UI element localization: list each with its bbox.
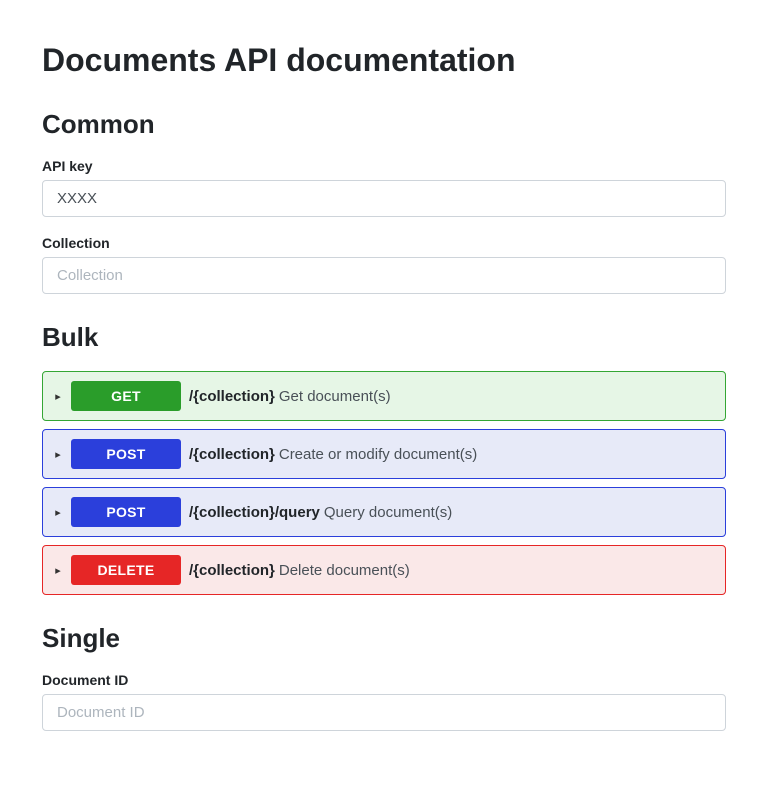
section-bulk: Bulk ▸ GET /{collection} Get document(s)… bbox=[42, 322, 726, 595]
section-common: Common API key Collection bbox=[42, 109, 726, 294]
document-id-group: Document ID bbox=[42, 672, 726, 731]
endpoint-desc: Query document(s) bbox=[324, 504, 452, 521]
api-key-group: API key bbox=[42, 158, 726, 217]
caret-icon: ▸ bbox=[53, 564, 63, 577]
caret-icon: ▸ bbox=[53, 448, 63, 461]
endpoint-path: /{collection} bbox=[189, 388, 275, 405]
endpoint-path: /{collection}/query bbox=[189, 504, 320, 521]
endpoint-post-query[interactable]: ▸ POST /{collection}/query Query documen… bbox=[42, 487, 726, 537]
endpoint-desc: Delete document(s) bbox=[279, 562, 410, 579]
endpoint-path: /{collection} bbox=[189, 446, 275, 463]
collection-input[interactable] bbox=[42, 257, 726, 294]
endpoint-desc: Create or modify document(s) bbox=[279, 446, 477, 463]
document-id-label: Document ID bbox=[42, 672, 726, 688]
bulk-endpoint-list: ▸ GET /{collection} Get document(s) ▸ PO… bbox=[42, 371, 726, 595]
single-heading: Single bbox=[42, 623, 726, 654]
section-single: Single Document ID bbox=[42, 623, 726, 731]
api-key-label: API key bbox=[42, 158, 726, 174]
common-heading: Common bbox=[42, 109, 726, 140]
method-badge: GET bbox=[71, 381, 181, 411]
collection-group: Collection bbox=[42, 235, 726, 294]
endpoint-post-collection[interactable]: ▸ POST /{collection} Create or modify do… bbox=[42, 429, 726, 479]
endpoint-path: /{collection} bbox=[189, 562, 275, 579]
method-badge: DELETE bbox=[71, 555, 181, 585]
method-badge: POST bbox=[71, 439, 181, 469]
endpoint-desc: Get document(s) bbox=[279, 388, 391, 405]
caret-icon: ▸ bbox=[53, 390, 63, 403]
endpoint-delete-collection[interactable]: ▸ DELETE /{collection} Delete document(s… bbox=[42, 545, 726, 595]
api-key-input[interactable] bbox=[42, 180, 726, 217]
endpoint-get-collection[interactable]: ▸ GET /{collection} Get document(s) bbox=[42, 371, 726, 421]
bulk-heading: Bulk bbox=[42, 322, 726, 353]
method-badge: POST bbox=[71, 497, 181, 527]
page-title: Documents API documentation bbox=[42, 42, 726, 79]
caret-icon: ▸ bbox=[53, 506, 63, 519]
collection-label: Collection bbox=[42, 235, 726, 251]
